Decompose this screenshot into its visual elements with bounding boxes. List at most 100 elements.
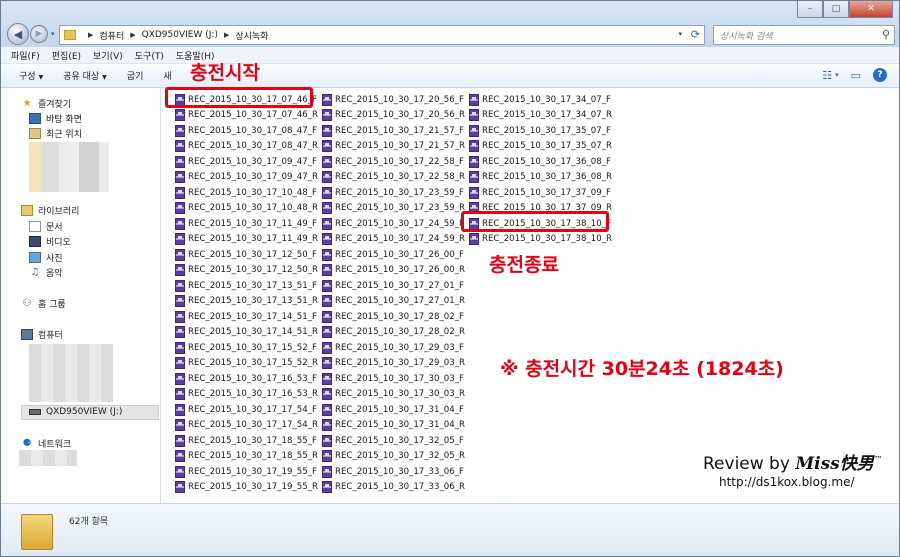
file-item[interactable]: REC_2015_10_30_17_28_02_F [322,309,465,325]
file-item[interactable]: REC_2015_10_30_17_26_00_F [322,247,465,263]
view-options-icon[interactable]: ☷ [822,69,832,82]
preview-pane-icon[interactable]: ▭ [851,69,861,82]
file-item[interactable]: REC_2015_10_30_17_12_50_F [175,247,318,263]
file-item[interactable]: REC_2015_10_30_17_36_08_R [469,170,612,186]
file-item[interactable]: REC_2015_10_30_17_31_04_R [322,418,465,434]
sidebar-item-desktop[interactable]: 바탕 화면 [29,112,82,125]
file-item[interactable]: REC_2015_10_30_17_19_55_F [175,464,318,480]
sidebar-item-music[interactable]: ♫ 음악 [29,266,63,279]
file-item[interactable]: REC_2015_10_30_17_20_56_F [322,92,465,108]
file-item[interactable]: REC_2015_10_30_17_33_06_F [322,464,465,480]
file-item[interactable]: REC_2015_10_30_17_30_03_R [322,387,465,403]
file-item[interactable]: REC_2015_10_30_17_12_50_R [175,263,318,279]
file-item[interactable]: REC_2015_10_30_17_08_47_R [175,139,318,155]
sidebar-item-recent-places[interactable]: 최근 위치 [29,127,82,140]
file-item[interactable]: REC_2015_10_30_17_26_00_R [322,263,465,279]
file-item[interactable]: REC_2015_10_30_17_13_51_F [175,278,318,294]
file-item[interactable]: REC_2015_10_30_17_30_03_F [322,371,465,387]
file-item[interactable]: REC_2015_10_30_17_29_03_F [322,340,465,356]
file-item[interactable]: REC_2015_10_30_17_23_59_R [322,201,465,217]
file-item[interactable]: REC_2015_10_30_17_31_04_F [322,402,465,418]
address-bar[interactable]: ▶ 컴퓨터 ▶ QXD950VIEW (J:) ▶ 상시녹화 ▾ ⟳ [59,25,705,45]
file-item[interactable]: REC_2015_10_30_17_14_51_F [175,309,318,325]
new-folder-button[interactable]: 새 [163,69,171,82]
file-item[interactable]: REC_2015_10_30_17_33_06_R [322,480,465,496]
file-item[interactable]: REC_2015_10_30_17_27_01_F [322,278,465,294]
file-item[interactable]: REC_2015_10_30_17_09_47_F [175,154,318,170]
file-item[interactable]: REC_2015_10_30_17_32_05_R [322,449,465,465]
file-item[interactable]: REC_2015_10_30_17_15_52_F [175,340,318,356]
file-item[interactable]: REC_2015_10_30_17_14_51_R [175,325,318,341]
file-item[interactable]: REC_2015_10_30_17_28_02_R [322,325,465,341]
breadcrumb-separator[interactable]: ▶ [130,31,135,39]
breadcrumb-drive[interactable]: QXD950VIEW (J:) [142,30,218,40]
file-item[interactable]: REC_2015_10_30_17_27_01_R [322,294,465,310]
file-item[interactable]: REC_2015_10_30_17_18_55_R [175,449,318,465]
share-with-button[interactable]: 공유 대상 ▼ [63,69,107,82]
menu-file[interactable]: 파일(F) [11,49,40,62]
sidebar-item-documents[interactable]: 문서 [29,220,63,233]
sidebar-item-network[interactable]: ⚈ 네트워크 [21,437,72,450]
file-item[interactable]: REC_2015_10_30_17_36_08_F [469,154,612,170]
breadcrumb-separator[interactable]: ▶ [224,31,229,39]
breadcrumb-folder[interactable]: 상시녹화 [235,29,268,42]
file-item[interactable]: REC_2015_10_30_17_35_07_R [469,139,612,155]
file-item[interactable]: REC_2015_10_30_17_10_48_R [175,201,318,217]
file-item[interactable]: REC_2015_10_30_17_16_53_F [175,371,318,387]
file-item[interactable]: REC_2015_10_30_17_22_58_R [322,170,465,186]
file-item[interactable]: REC_2015_10_30_17_09_47_R [175,170,318,186]
sidebar-item-computer[interactable]: 컴퓨터 [21,328,63,341]
maximize-button[interactable]: □ [823,1,849,18]
file-item[interactable]: REC_2015_10_30_17_38_10_R [469,232,612,248]
back-button[interactable]: ◀ [7,23,29,45]
file-item[interactable]: REC_2015_10_30_17_34_07_R [469,108,612,124]
sidebar-item-libraries[interactable]: 라이브러리 [21,204,79,217]
file-item[interactable]: REC_2015_10_30_17_29_03_R [322,356,465,372]
close-button[interactable]: ✕ [849,1,893,18]
organize-button[interactable]: 구성 ▼ [19,69,43,82]
file-item[interactable]: REC_2015_10_30_17_10_48_F [175,185,318,201]
menu-edit[interactable]: 편집(E) [52,49,81,62]
file-item[interactable]: REC_2015_10_30_17_11_49_F [175,216,318,232]
file-item[interactable]: REC_2015_10_30_17_11_49_R [175,232,318,248]
file-item[interactable]: REC_2015_10_30_17_08_47_F [175,123,318,139]
file-item[interactable]: REC_2015_10_30_17_37_09_F [469,185,612,201]
minimize-button[interactable]: – [797,1,823,18]
file-item[interactable]: REC_2015_10_30_17_21_57_R [322,139,465,155]
file-item[interactable]: REC_2015_10_30_17_24_59_F [322,216,465,232]
search-input[interactable]: 상시녹화 검색 ⚲ [713,25,895,45]
breadcrumb-computer[interactable]: 컴퓨터 [99,29,124,42]
file-item[interactable]: REC_2015_10_30_17_22_58_F [322,154,465,170]
breadcrumb-separator[interactable]: ▶ [88,31,93,39]
search-icon[interactable]: ⚲ [882,28,890,41]
burn-button[interactable]: 굽기 [127,69,144,82]
file-item[interactable]: REC_2015_10_30_17_17_54_R [175,418,318,434]
file-item[interactable]: REC_2015_10_30_17_35_07_F [469,123,612,139]
file-item[interactable]: REC_2015_10_30_17_20_56_R [322,108,465,124]
file-item[interactable]: REC_2015_10_30_17_34_07_F [469,92,612,108]
file-item[interactable]: REC_2015_10_30_17_19_55_R [175,480,318,496]
file-item[interactable]: REC_2015_10_30_17_32_05_F [322,433,465,449]
file-item[interactable]: REC_2015_10_30_17_16_53_R [175,387,318,403]
file-item[interactable]: REC_2015_10_30_17_17_54_F [175,402,318,418]
refresh-icon[interactable]: ⟳ [691,28,700,41]
menu-tools[interactable]: 도구(T) [135,49,164,62]
file-item[interactable]: REC_2015_10_30_17_15_52_R [175,356,318,372]
file-item[interactable]: REC_2015_10_30_17_24_59_R [322,232,465,248]
file-item[interactable]: REC_2015_10_30_17_18_55_F [175,433,318,449]
address-dropdown-icon[interactable]: ▾ [678,30,682,38]
forward-button[interactable]: ▶ [30,25,48,43]
chevron-down-icon[interactable]: ▾ [835,71,839,79]
file-item[interactable]: REC_2015_10_30_17_21_57_F [322,123,465,139]
recent-pages-dropdown[interactable]: ▾ [51,30,55,38]
sidebar-item-pictures[interactable]: 사진 [29,251,63,264]
file-item[interactable]: REC_2015_10_30_17_13_51_R [175,294,318,310]
help-icon[interactable]: ? [873,68,887,82]
sidebar-item-videos[interactable]: 비디오 [29,235,71,248]
sidebar-item-homegroup[interactable]: ⚇ 홈 그룹 [21,297,66,310]
file-item[interactable]: REC_2015_10_30_17_23_59_F [322,185,465,201]
file-item[interactable]: REC_2015_10_30_17_07_46_R [175,108,318,124]
sidebar-item-drive[interactable]: QXD950VIEW (J:) [29,407,122,417]
sidebar-item-favorites[interactable]: ★ 즐겨찾기 [21,97,72,110]
menu-view[interactable]: 보기(V) [93,49,123,62]
